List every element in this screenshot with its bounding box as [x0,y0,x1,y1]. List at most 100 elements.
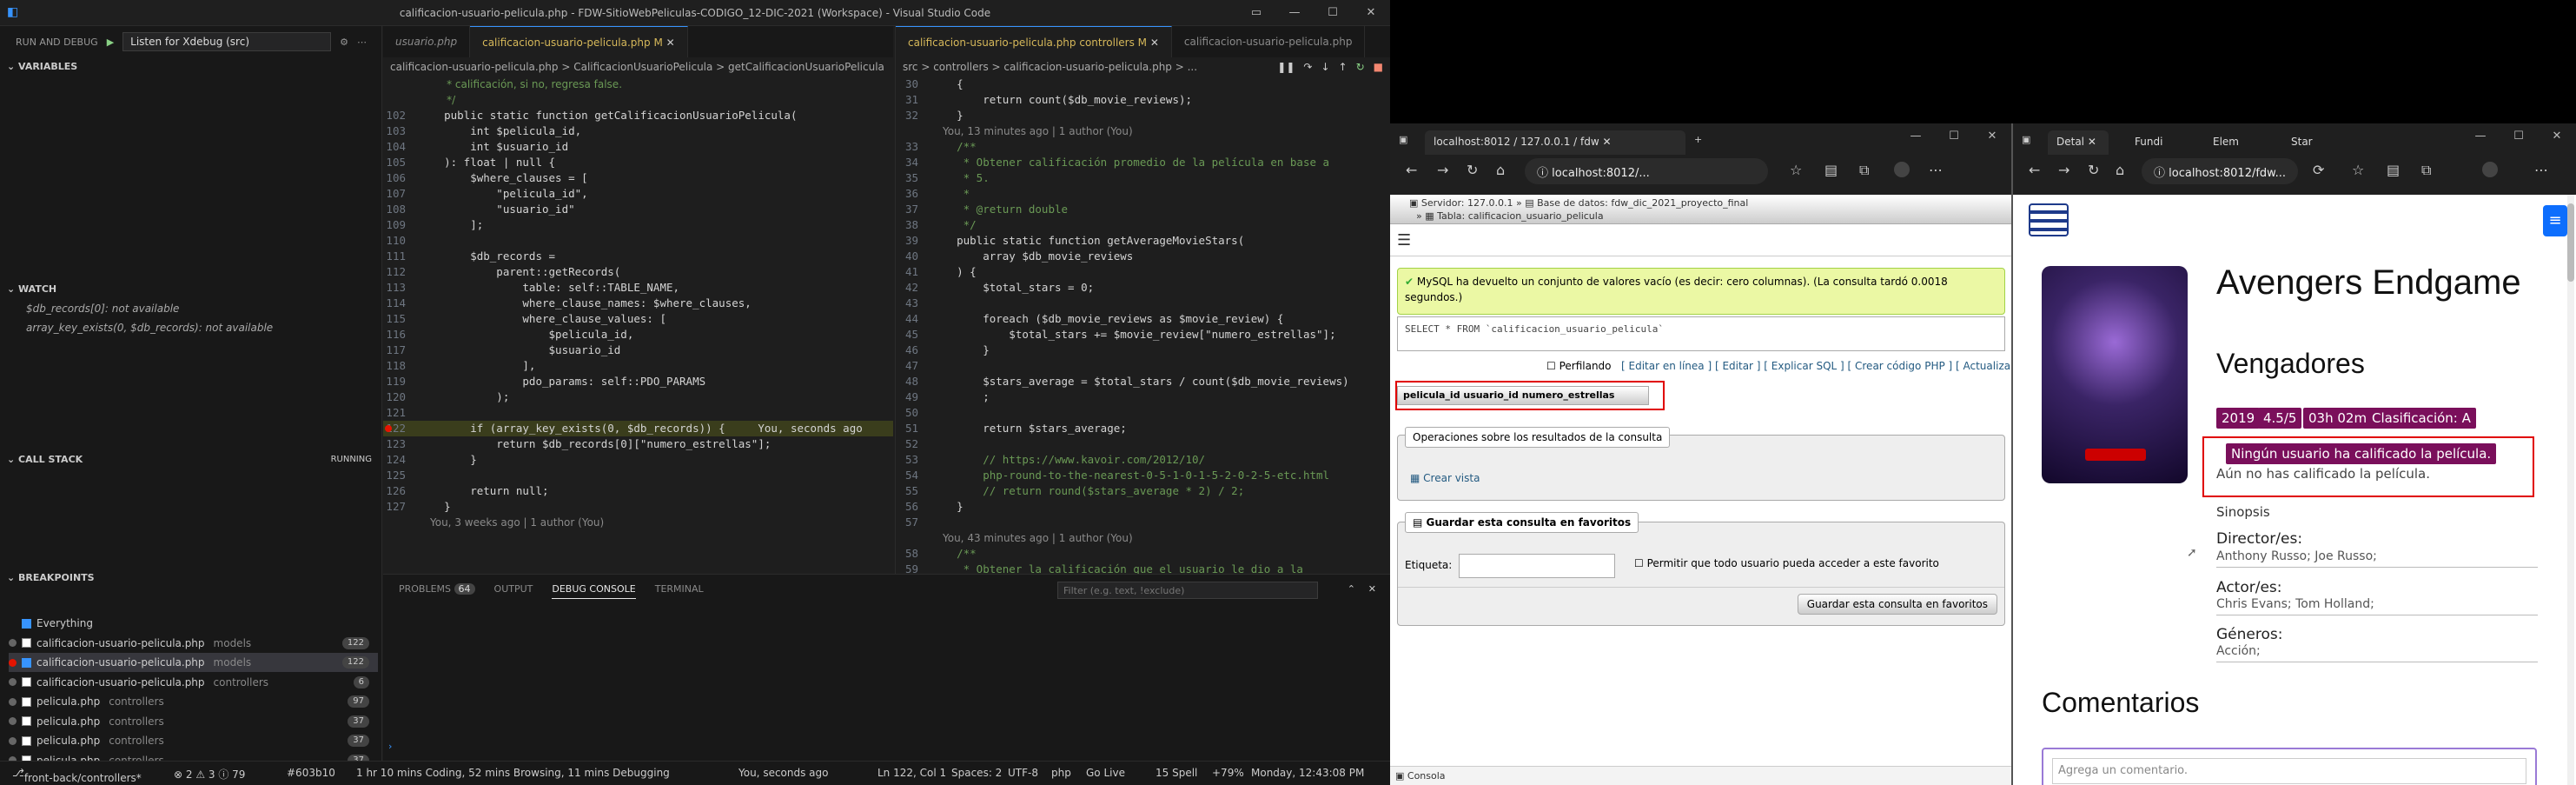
close-button[interactable]: ✕ [2538,123,2576,150]
variables-header[interactable]: ⌄ VARIABLES [0,57,382,77]
code-line[interactable]: 38 */ [896,217,1390,233]
code-line[interactable]: 106 $where_clauses = [ [383,170,893,186]
debug-config-select[interactable]: Listen for Xdebug (src) [123,32,332,51]
code-line[interactable]: 53 // https://www.kavoir.com/2012/10/ [896,452,1390,468]
more-icon[interactable]: ⋯ [2534,162,2548,178]
indent-status[interactable]: Spaces: 2 [951,767,1002,779]
code-line[interactable]: 105 ): float | null { [383,155,893,170]
breakpoint-row[interactable]: pelicula.php controllers 37 [9,712,378,731]
code-line[interactable]: 102 public static function getCalificaci… [383,108,893,123]
code-area-2[interactable]: 30 {31 return count($db_movie_reviews); 3… [896,77,1390,574]
code-line[interactable]: 39 public static function getAverageMovi… [896,233,1390,249]
tab-terminal[interactable]: TERMINAL [655,583,704,599]
code-line[interactable]: 52 [896,436,1390,452]
golive-status[interactable]: Go Live [1086,767,1125,779]
maximize-button[interactable]: ☐ [1935,123,1973,150]
blame-status[interactable]: You, seconds ago [738,767,829,779]
zoom-status[interactable]: +79% [1212,767,1244,779]
code-line[interactable]: You, 43 minutes ago | 1 author (You) [896,530,1390,546]
time-tracker[interactable]: 1 hr 10 mins Coding, 52 mins Browsing, 1… [356,767,670,779]
profile-avatar[interactable] [1894,162,1910,177]
code-line[interactable]: 123 return $db_records[0]["numero_estrel… [383,436,893,452]
code-line[interactable]: 111 $db_records = [383,249,893,264]
home-icon[interactable]: ⌂ [2116,162,2124,178]
problems-status[interactable]: ⊗ 2 ⚠ 3 ⓘ 79 [174,767,245,782]
code-line[interactable]: 118 ], [383,358,893,374]
gear-icon[interactable]: ⚙ [340,37,348,48]
code-line[interactable]: 107 "pelicula_id", [383,186,893,202]
code-line[interactable]: 35 * 5. [896,170,1390,186]
forward-icon[interactable]: → [1437,162,1448,178]
site-logo[interactable] [2029,203,2069,236]
minimize-button[interactable]: — [2461,123,2500,150]
tab-usuario[interactable]: usuario.php [383,26,471,57]
allow-checkbox[interactable]: ☐ Permitir que todo usuario pueda accede… [1634,557,1939,569]
back-icon[interactable]: ← [2029,162,2040,178]
code-line[interactable]: 117 $usuario_id [383,343,893,358]
refresh-alt-icon[interactable]: ⟳ [2313,162,2324,178]
stop-icon[interactable]: ■ [1374,61,1383,73]
pause-icon[interactable]: ❚❚ [1277,61,1295,73]
breakpoint-checkbox[interactable] [22,677,31,687]
step-into-icon[interactable]: ↓ [1321,61,1329,73]
code-line[interactable]: 103 int $pelicula_id, [383,123,893,139]
code-line[interactable]: 48 $stars_average = $total_stars / count… [896,374,1390,389]
watch-item[interactable]: array_key_exists(0, $db_records): not av… [26,322,273,334]
start-debug-icon[interactable]: ▶ [107,37,114,48]
code-line[interactable]: 51 return $stars_average; [896,421,1390,436]
step-over-icon[interactable]: ↷ [1303,61,1312,73]
extensions-icon[interactable]: ⧉ [2421,162,2431,179]
code-line[interactable]: 124 } [383,452,893,468]
code-line[interactable]: 32 } [896,108,1390,123]
browser-2-tab-elem[interactable]: Elem [2204,130,2265,155]
code-line[interactable]: 119 pdo_params: self::PDO_PARAMS [383,374,893,389]
code-line[interactable]: 126 return null; [383,483,893,499]
tab-calificacion-other[interactable]: calificacion-usuario-pelicula.php [1172,26,1366,57]
profile-avatar[interactable] [2482,162,2498,177]
new-tab-icon[interactable]: + [1694,134,1702,145]
code-line[interactable]: */ [383,92,893,108]
breakpoint-row[interactable]: calificacion-usuario-pelicula.php models 1… [9,634,378,653]
menu-icon[interactable]: ☰ [1397,231,1411,249]
code-line[interactable]: 104 int $usuario_id [383,139,893,155]
filter-input[interactable] [1057,582,1318,599]
breakpoint-checkbox[interactable] [22,638,31,648]
code-line[interactable]: You, 13 minutes ago | 1 author (You) [896,123,1390,139]
code-line[interactable]: 113 table: self::TABLE_NAME, [383,280,893,296]
watch-header[interactable]: ⌄ WATCH [0,280,382,299]
code-line[interactable]: 58 /** [896,546,1390,562]
tab-problems[interactable]: PROBLEMS 64 [399,583,475,599]
restart-icon[interactable]: ↻ [1356,61,1365,73]
code-line[interactable]: 36 * [896,186,1390,202]
branch-status[interactable]: ⎇ front-back/controllers* [12,767,142,784]
close-panel-icon[interactable]: ✕ [1368,583,1376,595]
profiling-option[interactable]: ☐ Perfilando [1546,360,1612,372]
back-icon[interactable]: ← [1406,162,1417,178]
tab-actions-icon[interactable]: ▣ [1399,134,1407,145]
code-line[interactable]: * calificación, si no, regresa false. [383,77,893,92]
minimize-button[interactable]: — [1275,0,1314,26]
favorites-icon[interactable]: ☆ [1790,162,1802,178]
tab-calificacion-controller[interactable]: calificacion-usuario-pelicula.php contro… [896,26,1172,57]
more-icon[interactable]: ⋯ [357,37,367,48]
query-links[interactable]: [ Editar en línea ] [ Editar ] [ Explica… [1621,360,2023,372]
save-bookmark-button[interactable]: Guardar esta consulta en favoritos [1797,594,1997,615]
breakpoint-row[interactable]: pelicula.php controllers 37 [9,731,378,750]
code-line[interactable]: 57 [896,515,1390,530]
browser-2-tab-detalle[interactable]: Detal ✕ [2048,130,2109,155]
code-line[interactable]: 50 [896,405,1390,421]
breakpoint-row[interactable]: calificacion-usuario-pelicula.php models 1… [9,653,378,672]
create-view-link[interactable]: ▦ Crear vista [1410,472,1480,484]
encoding-status[interactable]: UTF-8 [1008,767,1038,779]
favorites-icon[interactable]: ☆ [2352,162,2364,178]
breakpoint-row[interactable]: calificacion-usuario-pelicula.php control… [9,673,378,692]
browser-1-tab[interactable]: localhost:8012 / 127.0.0.1 / fdw ✕ [1425,130,1685,155]
step-out-icon[interactable]: ↑ [1339,61,1348,73]
code-line[interactable]: 112 parent::getRecords( [383,264,893,280]
tab-actions-icon[interactable]: ▣ [2022,134,2030,145]
breakpoints-header[interactable]: ⌄ BREAKPOINTS [0,569,382,588]
code-line[interactable]: 45 $total_stars += $movie_review["numero… [896,327,1390,343]
scrollbar[interactable] [2567,195,2574,785]
chevron-up-icon[interactable]: ⌃ [1348,583,1355,595]
code-area[interactable]: * calificación, si no, regresa false. */… [383,77,893,574]
